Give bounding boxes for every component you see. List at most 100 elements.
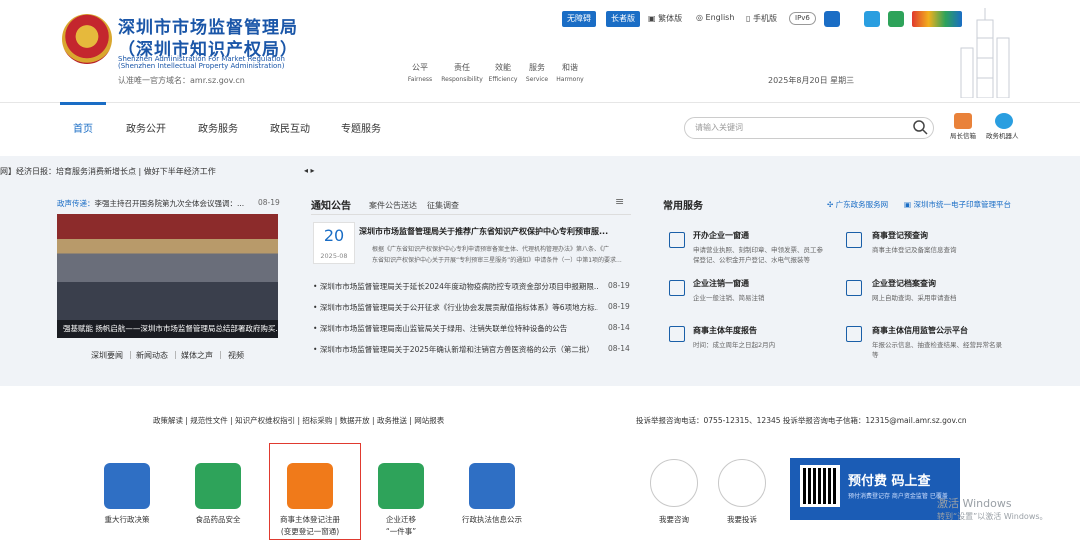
news-link-shenzhen[interactable]: 深圳要闻 — [91, 350, 123, 361]
value-harmony-en: Harmony — [556, 76, 584, 83]
news-link-media[interactable]: 媒体之声 — [181, 350, 213, 361]
consult-link[interactable]: 我要咨询 — [644, 514, 704, 525]
services-title: 常用服务 — [663, 201, 703, 212]
photo-caption: 强基赋能 扬帆启航——深圳市市场监督管理局总结部署政府购买... — [57, 320, 278, 338]
ticker-controls[interactable]: ◂ ▸ — [304, 166, 315, 175]
service-archive-query[interactable]: 企业登记档案查询 — [872, 278, 936, 289]
featured-notice-summary: 东省知识产权保护中心关于开展“专利预审三星服务”的通知》申请条件（一）中第1项的… — [372, 257, 622, 264]
service-desc: 申请营业执照、刻制印章、申领发票、员工参 — [693, 246, 823, 254]
archive-search-icon — [846, 280, 862, 296]
notice-row[interactable]: • 深圳市市场监督管理局关于延长2024年度动物疫病防控专项资金部分项目申报期限… — [313, 281, 598, 292]
nav-special-services[interactable]: 专题服务 — [341, 120, 381, 135]
service-startup[interactable]: 开办企业一窗通 — [693, 230, 749, 241]
service-desc: 企业一般注销、简易注销 — [693, 294, 765, 302]
business-registration-icon[interactable] — [287, 463, 333, 509]
value-responsibility-en: Responsibility — [441, 76, 483, 83]
app-business-registration-sub: (变更登记一窗通) — [280, 527, 340, 536]
current-date: 2025年8月20日 星期三 — [768, 76, 855, 85]
complaint-link[interactable]: 我要投诉 — [712, 514, 772, 525]
traditional-chinese-link[interactable]: ▣ 繁体版 — [648, 13, 682, 24]
elder-mode-button[interactable]: 长者版 — [606, 11, 640, 27]
enterprise-migration-icon[interactable] — [378, 463, 424, 509]
ipv6-badge: IPv6 — [789, 12, 816, 25]
app-food-drug[interactable]: 食品药品安全 — [178, 514, 258, 525]
news-photo[interactable]: 强基赋能 扬帆启航——深圳市市场监督管理局总结部署政府购买... — [57, 214, 278, 338]
value-efficiency: 效能 — [495, 63, 511, 72]
consult-icon[interactable] — [650, 459, 698, 507]
headline-news[interactable]: 政声传递：李强主持召开国务院第九次全体会议强调：... — [57, 198, 244, 209]
nav-government-services[interactable]: 政务服务 — [198, 120, 238, 135]
service-desc: 年报公示信息、抽查检查结果、经营异常名录 — [872, 341, 1002, 349]
service-desc: 商事主体登记及备案信息查询 — [872, 246, 957, 254]
news-link-dynamics[interactable]: 新闻动态 — [136, 350, 168, 361]
banner-subtitle: 预付消费登记存 商户资金监管 已覆盖 — [848, 493, 948, 500]
accessibility-button[interactable]: 无障碍 — [562, 11, 596, 27]
news-link-video[interactable]: 视频 — [228, 350, 244, 361]
notices-title[interactable]: 通知公告 — [311, 197, 351, 212]
banner-title: 预付费 码上查 — [848, 474, 931, 489]
complaint-icon[interactable] — [718, 459, 766, 507]
service-portal-icon: ✣ — [827, 200, 836, 209]
windows-watermark-sub: 转到“设置”以激活 Windows。 — [937, 512, 1048, 521]
english-link[interactable]: ◎ English — [696, 13, 734, 22]
notice-row[interactable]: • 深圳市市场监督管理局关于2025年确认新增和注销官方兽医资格的公示（第二批） — [313, 344, 598, 355]
notice-date: 08-14 — [608, 344, 630, 353]
value-service: 服务 — [529, 63, 545, 72]
notice-row[interactable]: • 深圳市市场监督管理局南山监管局关于绿用、注销失联单位特种设备的公告 — [313, 323, 598, 334]
tab-surveys[interactable]: 征集调查 — [427, 200, 459, 211]
official-domain-note: 认准唯一官方域名：amr.sz.gov.cn — [118, 76, 245, 85]
weibo-icon[interactable] — [824, 11, 840, 27]
search-icon[interactable] — [912, 119, 928, 135]
notice-day: 20 — [323, 226, 345, 245]
app-business-registration[interactable]: 商事主体登记注册 — [270, 514, 350, 525]
nav-government-affairs[interactable]: 政务公开 — [126, 120, 166, 135]
phone-icon: ▯ — [746, 14, 753, 23]
service-deregistration[interactable]: 企业注销一窗通 — [693, 278, 749, 289]
footer-links[interactable]: 政策解读 | 规范性文件 | 知识产权维权指引 | 招标采购 | 数据开放 | … — [153, 415, 444, 426]
value-efficiency-en: Efficiency — [488, 76, 518, 83]
headline-date: 08-19 — [258, 198, 280, 207]
app-enterprise-migration[interactable]: 企业迁移 — [361, 514, 441, 525]
featured-notice-title[interactable]: 深圳市市场监督管理局关于推荐广东省知识产权保护中心专利预审服... — [359, 226, 608, 237]
nav-home[interactable]: 首页 — [73, 120, 93, 135]
national-emblem-logo — [62, 14, 112, 64]
enforcement-info-icon[interactable] — [469, 463, 515, 509]
robot-icon[interactable] — [995, 113, 1013, 129]
major-decisions-icon[interactable] — [104, 463, 150, 509]
tab-case-notices[interactable]: 案件公告送达 — [369, 200, 417, 211]
globe-icon: ◎ — [696, 13, 706, 22]
wechat-icon[interactable] — [888, 11, 904, 27]
value-harmony: 和谐 — [562, 63, 578, 72]
service-desc: 保登记、公积金开户登记、水电气报装等 — [693, 256, 810, 264]
headline-tag: 政声传递： — [57, 199, 95, 208]
value-responsibility: 责任 — [454, 63, 470, 72]
notice-date: 08-19 — [608, 281, 630, 290]
guangdong-gov-service-link[interactable]: ✣ 广东政务服务网 — [827, 199, 888, 210]
more-menu-icon[interactable]: ≡ — [615, 195, 624, 208]
windows-watermark: 激活 Windows — [937, 497, 1012, 510]
mobile-link[interactable]: ▯ 手机版 — [746, 13, 777, 24]
notice-date: 08-14 — [608, 323, 630, 332]
app-icon[interactable] — [864, 11, 880, 27]
food-drug-safety-icon[interactable] — [195, 463, 241, 509]
notice-row[interactable]: • 深圳市市场监督管理局关于公开征求《行业协会发展贡献值指标体系》等6项地方标.… — [313, 302, 598, 313]
news-ticker[interactable]: 网】经济日报：培育服务消费新增长点 | 做好下半年经济工作 — [0, 166, 216, 177]
e-seal-platform-link[interactable]: ▣ 深圳市统一电子印章管理平台 — [904, 199, 1011, 210]
separator: | — [219, 350, 222, 359]
service-annual-report[interactable]: 商事主体年度报告 — [693, 325, 757, 336]
nav-active-indicator — [60, 102, 106, 105]
business-startup-icon — [669, 232, 685, 248]
value-service-en: Service — [525, 76, 549, 83]
credit-platform-icon — [846, 326, 862, 342]
app-enforcement-info[interactable]: 行政执法信息公示 — [452, 514, 532, 525]
service-pre-query[interactable]: 商事登记预查询 — [872, 230, 928, 241]
service-credit-platform[interactable]: 商事主体信用监管公示平台 — [872, 325, 968, 336]
nav-interaction[interactable]: 政民互动 — [270, 120, 310, 135]
gov-robot-link[interactable]: 政务机器人 — [986, 130, 1019, 140]
notice-month: 2025-08 — [320, 252, 348, 260]
divider — [311, 214, 631, 215]
qr-code — [800, 465, 840, 507]
mailbox-icon[interactable] — [954, 113, 972, 129]
director-mailbox-link[interactable]: 局长信箱 — [950, 130, 976, 140]
app-major-decisions[interactable]: 重大行政决策 — [87, 514, 167, 525]
